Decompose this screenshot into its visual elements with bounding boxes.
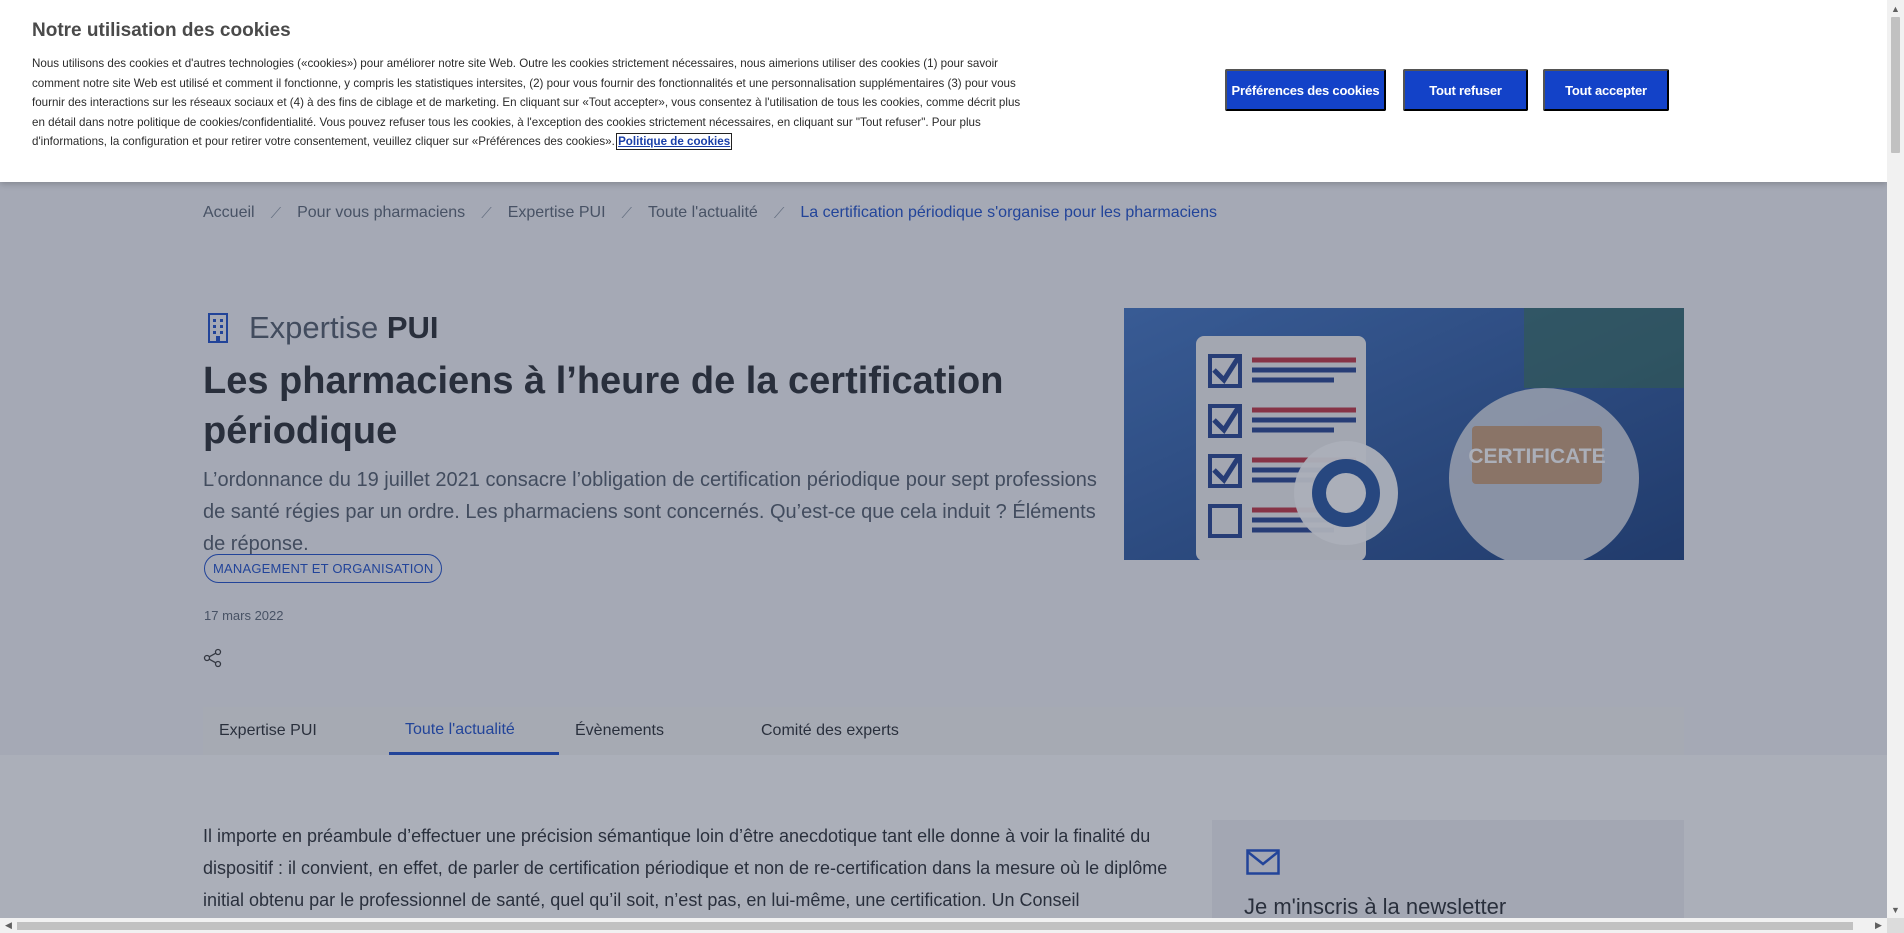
cookie-description: Nous utilisons des cookies et d'autres t…	[32, 57, 1021, 148]
scroll-down-icon[interactable]: ▼	[1887, 901, 1904, 918]
scroll-right-icon[interactable]: ▶	[1870, 918, 1887, 933]
vertical-scrollbar[interactable]: ▲ ▼	[1887, 0, 1904, 918]
scrollbar-corner	[1887, 918, 1904, 933]
horizontal-scroll-thumb[interactable]	[17, 922, 1853, 930]
horizontal-scrollbar[interactable]: ◀ ▶	[0, 918, 1887, 933]
refuse-all-button[interactable]: Tout refuser	[1403, 69, 1528, 111]
cookie-banner-title: Notre utilisation des cookies	[32, 20, 291, 41]
scroll-left-icon[interactable]: ◀	[0, 918, 17, 933]
cookie-banner: Notre utilisation des cookies Nous utili…	[0, 0, 1887, 182]
scroll-up-icon[interactable]: ▲	[1887, 0, 1904, 17]
vertical-scroll-thumb[interactable]	[1891, 17, 1900, 153]
accept-all-button[interactable]: Tout accepter	[1543, 69, 1669, 111]
cookie-banner-text: Nous utilisons des cookies et d'autres t…	[32, 54, 1027, 152]
cookie-policy-link[interactable]: Politique de cookies	[616, 133, 733, 150]
cookie-preferences-button[interactable]: Préférences des cookies	[1225, 69, 1386, 111]
